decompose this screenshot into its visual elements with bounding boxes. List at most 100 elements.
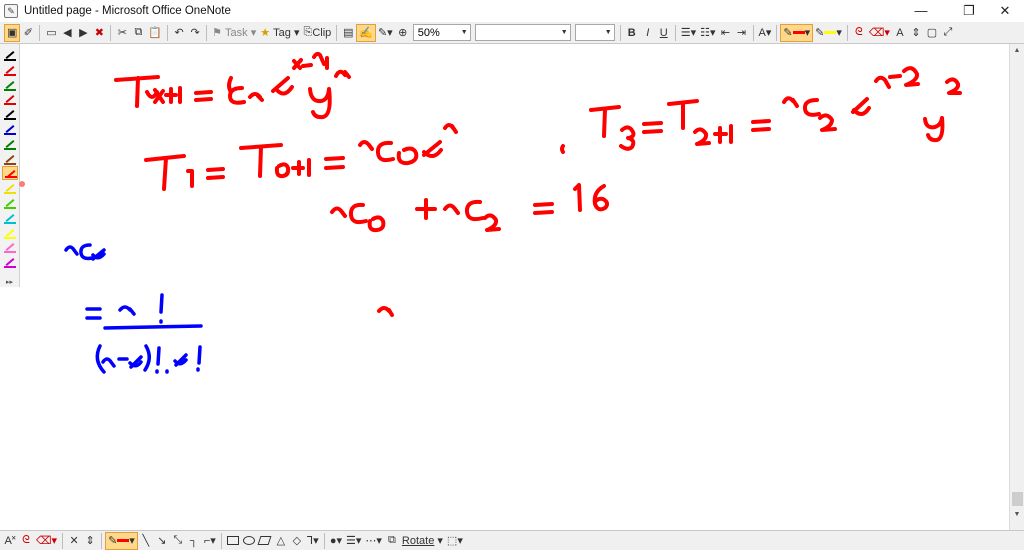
bold-button[interactable]: B [624,24,640,42]
connector-icon[interactable]: ⅂▾ [305,532,321,550]
vertical-scrollbar[interactable]: ▲ ▼ [1009,44,1024,530]
page-layout-icon[interactable]: ▤ [340,24,356,42]
rectangle-icon[interactable] [225,532,241,550]
task-button[interactable]: ⚑ Task ▾ [210,24,258,42]
page-setup-icon[interactable]: ▢ [924,24,940,42]
parallelogram-icon[interactable] [257,532,273,550]
tag-button[interactable]: ★ Tag ▾ [258,24,301,42]
ellipse-icon[interactable] [241,532,257,550]
pen-color-button[interactable]: ✎ ▾ [105,531,138,550]
toolbar-divider [110,24,112,41]
restore-button[interactable]: ❐ [952,0,986,22]
elbow-icon[interactable]: ┐ [186,532,202,550]
pen-stroke [5,243,15,252]
group-icon[interactable]: ⬚▾ [445,532,465,550]
elbow-arrow-icon[interactable]: ⌐▾ [202,532,218,550]
numbering-icon[interactable]: ☷▾ [698,24,717,42]
pen-yellow-icon[interactable] [2,181,18,195]
arrow-icon[interactable]: ↘ [154,532,170,550]
pen-swatch [4,59,16,61]
paste-icon[interactable]: 📋 [146,24,164,42]
pen-blue-icon[interactable] [2,122,18,136]
diamond-icon[interactable]: ◇ [289,532,305,550]
pen-swatch [4,251,16,254]
pen-pink-icon[interactable] [2,240,18,254]
ink-drawing[interactable] [20,44,1009,530]
pen-brown-icon[interactable] [2,152,18,166]
pen-black-icon[interactable] [2,48,18,62]
zoom-select[interactable]: 50% ▼ [412,24,471,41]
scroll-thumb[interactable] [1012,492,1023,506]
undo-icon[interactable]: ↶ [171,24,187,42]
increase-indent-icon[interactable]: ⇥ [734,24,750,42]
text-tool-button[interactable]: A ˟ [2,532,18,550]
triangle-icon[interactable]: △ [273,532,289,550]
lasso-icon[interactable]: ᘓ [851,24,867,42]
pen-cyan-icon[interactable] [2,211,18,225]
highlighter-icon[interactable]: ✎ ▾ [813,24,844,42]
arrange-icon[interactable]: ⧉ [384,532,400,550]
pen-tool-button[interactable]: ✍ [356,23,376,42]
new-page-icon[interactable]: ▭ [43,24,59,42]
pen-red-2-icon[interactable] [2,92,18,106]
pen-swatch [4,221,16,224]
page-view-button[interactable]: ▣ [4,23,21,42]
text-tool-icon[interactable]: A [892,24,908,42]
bullets-icon[interactable]: ☰▾ [679,24,698,42]
italic-button[interactable]: I [640,24,656,42]
back-icon[interactable]: ◀ [59,24,75,42]
pen-stroke [5,65,15,74]
pen-green-icon[interactable] [2,78,18,92]
close-button[interactable]: ✕ [988,0,1022,22]
toolbar-divider [776,24,778,41]
eraser-tool-icon[interactable]: ⌫▾ [34,532,59,550]
insert-space-icon[interactable]: ⇕ [82,532,98,550]
pen-magenta-icon[interactable] [2,255,18,269]
zoom-icon[interactable]: ⊕ [395,24,411,42]
double-arrow-icon[interactable]: ⤡ [170,532,186,550]
pen-color-button[interactable]: ✎ ▾ [780,23,814,42]
pen-swatch [4,73,16,76]
pen-red-icon[interactable] [2,63,18,77]
lasso-select-icon[interactable]: ᘓ [18,532,34,550]
line-style-icon[interactable]: ⋯▾ [363,532,384,550]
more-pens-icon[interactable]: ▸▸ [6,278,13,286]
insert-space-icon[interactable]: ⇕ [908,24,924,42]
line-weight-icon[interactable]: ☰▾ [344,532,363,550]
redo-icon[interactable]: ↷ [187,24,203,42]
pen-mode-icon[interactable]: ✐ [20,24,36,42]
pen-swatch [4,88,16,91]
full-screen-icon[interactable]: ⤢ [940,24,956,42]
pen-lime-icon[interactable] [2,196,18,210]
pen-stroke [5,213,15,222]
cut-icon[interactable]: ✂ [114,24,130,42]
pen-yellow-2-icon[interactable] [2,226,18,240]
scroll-down-icon[interactable]: ▼ [1010,508,1024,522]
pen-swatch [4,147,16,150]
forward-icon[interactable]: ▶ [75,24,91,42]
copy-icon[interactable]: ⧉ [130,24,146,42]
pen-red-active-icon[interactable] [2,166,18,181]
scroll-up-icon[interactable]: ▲ [1010,44,1024,58]
pen-black-2-icon[interactable] [2,107,18,121]
pen-stroke [5,184,15,193]
pen-green-2-icon[interactable] [2,137,18,151]
line-icon[interactable]: ╲ [138,532,154,550]
font-name-select[interactable]: ▼ [474,24,571,41]
minimize-button[interactable]: — [904,0,938,22]
toolbar-divider [619,24,621,41]
eraser-tool-icon[interactable]: ⌫▾ [867,24,892,42]
pen-stroke [5,139,15,148]
note-canvas[interactable] [20,44,1009,530]
toolbar-divider [220,532,222,549]
fill-color-icon[interactable]: ●▾ [328,532,344,550]
delete-drawing-icon[interactable]: ✕ [66,532,82,550]
font-color-icon[interactable]: A▾ [757,24,774,42]
underline-button[interactable]: U [656,24,672,42]
eraser-icon[interactable]: ✎▾ [376,24,395,42]
rotate-button[interactable]: Rotate ▾ [400,532,445,550]
decrease-indent-icon[interactable]: ⇤ [718,24,734,42]
clip-button[interactable]: ⎘ Clip [302,24,334,42]
delete-icon[interactable]: ✖ [91,24,107,42]
font-size-select[interactable]: ▼ [574,24,615,41]
